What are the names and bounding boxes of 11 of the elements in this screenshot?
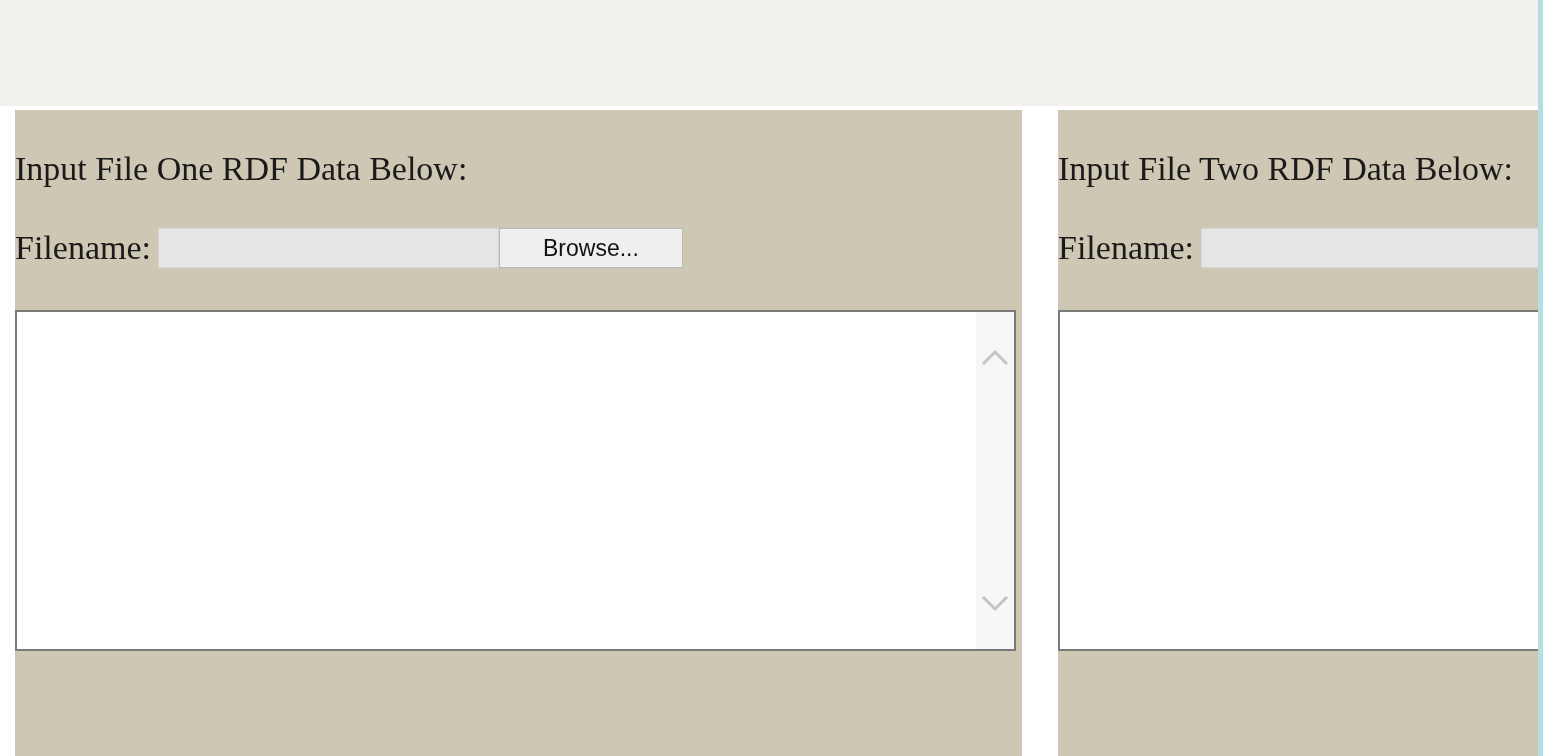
panel-heading: Input File One RDF Data Below: — [15, 149, 469, 189]
browse-button[interactable]: Browse... — [498, 228, 683, 268]
filename-field[interactable] — [157, 228, 499, 268]
filename-field[interactable] — [1200, 228, 1538, 268]
scroll-down-icon[interactable] — [981, 593, 1009, 613]
text-area[interactable] — [15, 310, 1016, 651]
filename-label: Filename: — [15, 228, 151, 268]
panel-heading: Input File Two RDF Data Below: — [1058, 149, 1515, 189]
scroll-up-icon[interactable] — [981, 348, 1009, 368]
filename-label: Filename: — [1058, 228, 1194, 268]
scrollbar[interactable] — [976, 312, 1014, 649]
